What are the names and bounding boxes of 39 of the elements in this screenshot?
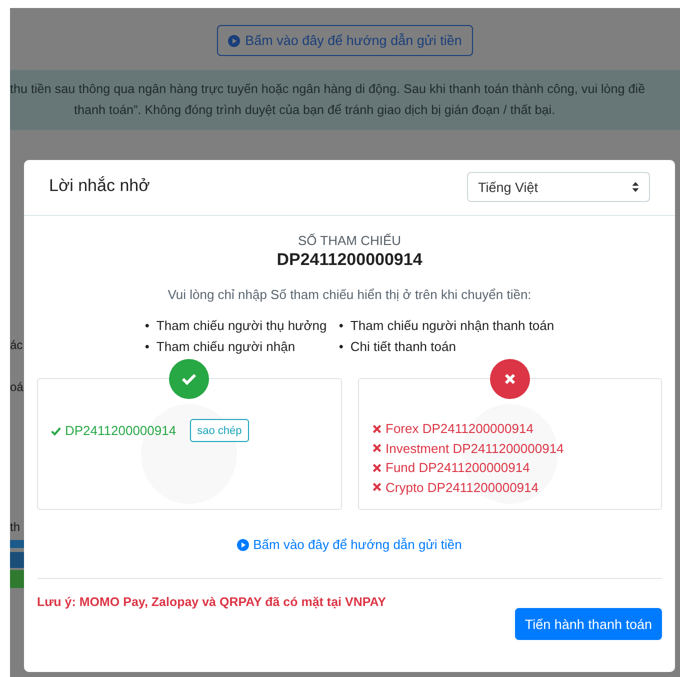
copy-button[interactable]: sao chép: [190, 419, 249, 442]
check-icon: [51, 426, 61, 436]
notice-text: thu tiền sau thông qua ngân hàng trực tuyến hoặc ngân hàng di động. Sau khi thanh toán thành công, vui lòng điề: [10, 81, 646, 98]
table-text: th: [10, 520, 20, 534]
reference-number: DP2411200000914: [276, 250, 424, 270]
bullet: •: [144, 338, 150, 356]
play-icon: [237, 538, 250, 550]
table-text: oá: [10, 380, 24, 394]
reference-example: Crypto DP2411200000914: [386, 478, 538, 497]
submit-button[interactable]: Tiến hành thanh toán: [514, 608, 662, 640]
note-text: Lưu ý: MOMO Pay, Zalopay và QRPAY đã có mặt tại VNPAY: [37, 595, 387, 609]
cross-circle-icon: [490, 359, 530, 399]
notice-text: thanh toán”. Không đóng trình duyệt của bạn để tránh giao dịch bị gián đoạn / thất bại.: [73, 102, 556, 119]
guide-button[interactable]: Bấm vào đây để hướng dẫn gửi tiền: [217, 25, 473, 56]
check-circle-icon: [169, 359, 210, 399]
reference-example: DP2411200000914: [65, 422, 176, 440]
cross-icon: [372, 462, 382, 473]
field-name: Tham chiếu người nhận thanh toán: [350, 317, 554, 335]
field-name: Chi tiết thanh toán: [350, 338, 456, 356]
bullet: •: [338, 317, 344, 335]
logo-fragment-icon: [10, 540, 24, 590]
bullet: •: [338, 338, 344, 356]
reference-example: Fund DP2411200000914: [386, 459, 530, 477]
modal-title: Lời nhắc nhở: [49, 175, 150, 196]
language-select[interactable]: Tiếng Việt: [467, 172, 650, 202]
table-text: ác: [10, 338, 23, 352]
cross-icon: [372, 424, 382, 434]
cross-icon: [372, 482, 382, 492]
dropdown-arrows-icon: [632, 182, 639, 192]
reference-example: Investment DP2411200000914: [386, 440, 564, 458]
reference-example: Forex DP2411200000914: [386, 420, 534, 438]
play-icon: [228, 34, 240, 46]
field-name: Tham chiếu người thụ hưởng: [156, 317, 327, 335]
cross-icon: [372, 443, 382, 454]
reference-label: SỐ THAM CHIẾU: [296, 233, 402, 248]
instruction-text: Vui lòng chỉ nhập Số tham chiếu hiển thị ở trên khi chuyển tiền:: [166, 287, 532, 302]
bullet: •: [144, 317, 150, 335]
guide-link[interactable]: Bấm vào đây để hướng dẫn gửi tiền: [37, 537, 662, 552]
field-name: Tham chiếu người nhận: [156, 338, 296, 356]
